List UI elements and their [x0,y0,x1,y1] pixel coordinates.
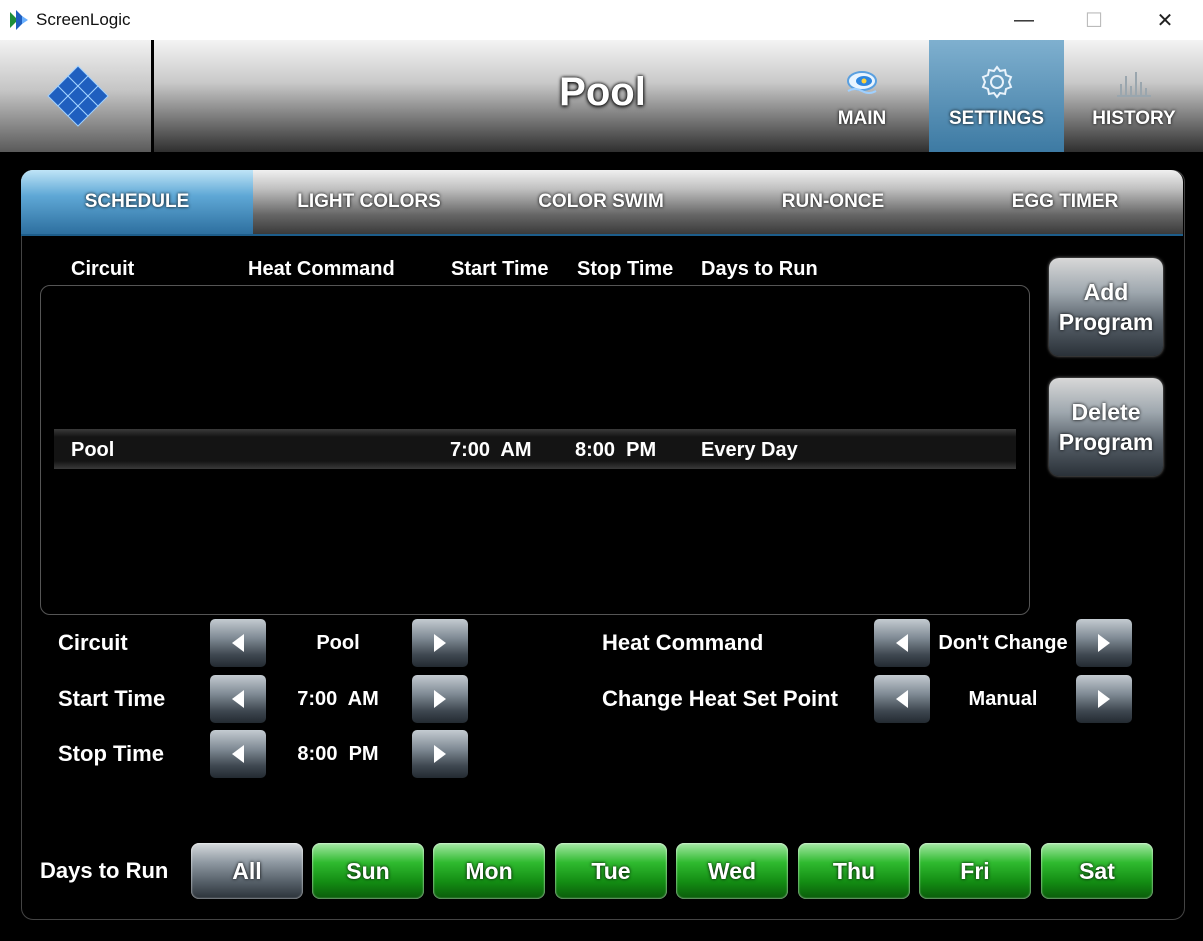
row-stop-time: 8:00 PM [575,439,657,461]
add-program-label-1: Add [1083,279,1129,305]
arrow-right-icon [1098,690,1110,708]
day-tue-button[interactable]: Tue [555,843,667,899]
heat-set-point-prev-button[interactable] [874,675,930,723]
delete-program-label-1: Delete [1071,399,1141,425]
day-mon-button[interactable]: Mon [433,843,545,899]
nav-main-button[interactable]: MAIN [802,40,922,152]
arrow-right-icon [434,690,446,708]
day-fri-button[interactable]: Fri [919,843,1031,899]
arrow-left-icon [896,690,908,708]
nav-main-label: MAIN [837,108,887,129]
tab-light-colors[interactable]: LIGHT COLORS [253,170,485,234]
heat-command-prev-button[interactable] [874,619,930,667]
row-start-time: 7:00 AM [450,439,532,461]
circuit-next-button[interactable] [412,619,468,667]
settings-tabbar: SCHEDULE LIGHT COLORS COLOR SWIM RUN-ONC… [21,170,1183,236]
tab-color-swim[interactable]: COLOR SWIM [485,170,717,234]
arrow-left-icon [232,690,244,708]
app-header: Pool MAIN SETTINGS HISTORY [0,40,1203,152]
day-sun-button[interactable]: Sun [312,843,424,899]
add-program-label-2: Program [1058,309,1154,335]
delete-program-label-2: Program [1058,429,1154,455]
arrow-left-icon [232,634,244,652]
gear-icon [981,65,1012,99]
column-header-stop-time: Stop Time [577,258,674,280]
start-time-label: Start Time [58,686,166,711]
heat-command-label: Heat Command [602,630,764,655]
maximize-button[interactable]: ☐ [1059,0,1129,40]
arrow-left-icon [896,634,908,652]
arrow-right-icon [434,634,446,652]
tab-egg-timer[interactable]: EGG TIMER [949,170,1181,234]
start-time-next-button[interactable] [412,675,468,723]
circuit-label: Circuit [58,630,128,655]
day-thu-button[interactable]: Thu [798,843,910,899]
nav-settings-label: SETTINGS [948,108,1044,129]
nav-history-label: HISTORY [1092,108,1176,129]
nav-settings-button[interactable]: SETTINGS [929,40,1064,152]
row-days: Every Day [701,439,798,461]
screenlogic-app-icon [10,10,28,30]
stop-time-prev-button[interactable] [210,730,266,778]
column-header-heat-command: Heat Command [248,258,395,280]
window-title: ScreenLogic [36,10,131,29]
tab-schedule[interactable]: SCHEDULE [21,170,253,234]
bar-chart-icon [1117,72,1151,97]
stop-time-label: Stop Time [58,741,164,766]
heat-command-next-button[interactable] [1076,619,1132,667]
close-button[interactable]: ✕ [1130,0,1200,40]
heat-set-point-next-button[interactable] [1076,675,1132,723]
start-time-value: 7:00 AM [297,688,379,710]
stop-time-next-button[interactable] [412,730,468,778]
heat-set-point-value: Manual [968,688,1038,710]
start-time-prev-button[interactable] [210,675,266,723]
heat-set-point-label: Change Heat Set Point [602,686,838,711]
minimize-button[interactable]: — [989,0,1059,40]
add-program-button[interactable]: Add Program [1049,258,1163,356]
day-wed-button[interactable]: Wed [676,843,788,899]
nav-history-button[interactable]: HISTORY [1074,40,1194,152]
arrow-left-icon [232,745,244,763]
row-circuit: Pool [71,439,115,461]
day-all-button[interactable]: All [191,843,303,899]
column-header-start-time: Start Time [451,258,549,280]
header-divider [151,40,154,152]
delete-program-button[interactable]: Delete Program [1049,378,1163,476]
pentair-logo-icon [47,65,109,127]
pool-icon [847,71,877,94]
circuit-prev-button[interactable] [210,619,266,667]
page-title: Pool [559,70,646,114]
logo-area [0,40,151,152]
stop-time-value: 8:00 PM [297,743,379,765]
arrow-right-icon [1098,634,1110,652]
column-header-days-to-run: Days to Run [701,258,818,280]
arrow-right-icon [434,745,446,763]
circuit-value: Pool [316,632,360,654]
heat-command-value: Don't Change [938,632,1068,654]
day-sat-button[interactable]: Sat [1041,843,1153,899]
table-row[interactable]: Pool 7:00 AM 8:00 PM Every Day [54,429,1016,469]
tab-run-once[interactable]: RUN-ONCE [717,170,949,234]
days-to-run-label: Days to Run [40,858,169,883]
column-header-circuit: Circuit [71,258,135,280]
window-titlebar: ScreenLogic — ☐ ✕ [0,0,1203,41]
